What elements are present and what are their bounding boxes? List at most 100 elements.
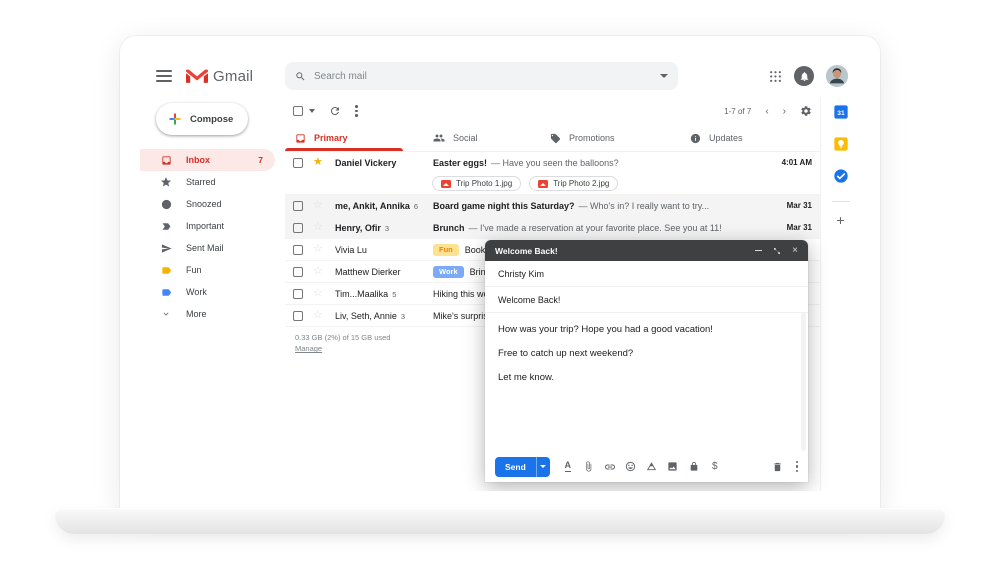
email-sender: Liv, Seth, Annie <box>335 311 397 321</box>
sidebar-item-work[interactable]: Work <box>140 281 275 303</box>
recipient-field[interactable]: Christy Kim <box>485 261 808 287</box>
subject-field[interactable]: Welcome Back! <box>485 287 808 313</box>
compose-toolbar: Send A $ <box>485 451 808 482</box>
sidebar-item-label: Work <box>186 287 207 297</box>
svg-text:31: 31 <box>837 110 845 117</box>
gmail-app: Gmail <box>140 55 860 491</box>
insert-drive-icon[interactable] <box>646 461 658 473</box>
email-sender: me, Ankit, Annika <box>335 201 410 211</box>
gmail-m-icon <box>186 68 208 85</box>
laptop-base <box>55 508 945 534</box>
email-snippet: — I've made a reservation at your favori… <box>469 223 722 233</box>
email-subject: Brunch <box>433 223 465 233</box>
compose-header[interactable]: Welcome Back! × <box>485 240 808 261</box>
formatting-icon[interactable]: A <box>562 461 574 473</box>
insert-link-icon[interactable] <box>604 461 616 473</box>
sidebar-item-snoozed[interactable]: Snoozed <box>140 193 275 215</box>
sidebar-item-fun[interactable]: Fun <box>140 259 275 281</box>
tab-primary[interactable]: Primary <box>285 125 423 151</box>
sidebar-item-sent-mail[interactable]: Sent Mail <box>140 237 275 259</box>
sidebar-item-inbox[interactable]: Inbox 7 <box>140 149 275 171</box>
money-icon[interactable]: $ <box>709 461 721 473</box>
send-options-arrow-icon[interactable] <box>536 457 550 477</box>
attachment-chip[interactable]: Trip Photo 1.jpg <box>432 176 521 191</box>
search-input[interactable] <box>314 71 660 82</box>
refresh-icon[interactable] <box>329 105 341 117</box>
notifications-bell-icon[interactable] <box>794 66 814 86</box>
insert-photo-icon[interactable] <box>667 461 679 473</box>
email-sender: Tim...Maalika <box>335 289 388 299</box>
attachment-chip[interactable]: Trip Photo 2.jpg <box>529 176 618 191</box>
sidebar-item-more[interactable]: More <box>140 303 275 325</box>
sidebar: Compose Inbox 7 Starred <box>140 97 285 491</box>
body-paragraph: How was your trip? Hope you had a good v… <box>498 324 795 335</box>
select-all-checkbox[interactable] <box>293 106 303 116</box>
user-avatar[interactable] <box>826 65 848 87</box>
more-options-icon[interactable] <box>355 105 358 117</box>
email-time: Mar 31 <box>787 201 812 210</box>
row-checkbox[interactable] <box>293 311 303 321</box>
manage-storage-link[interactable]: Manage <box>295 344 322 353</box>
label-chip-fun[interactable]: Fun <box>433 244 459 256</box>
search-options-arrow-icon[interactable] <box>660 74 668 78</box>
select-dropdown-arrow-icon[interactable] <box>309 109 315 113</box>
row-checkbox[interactable] <box>293 201 303 211</box>
side-panel-divider <box>832 201 850 202</box>
sidebar-item-label: Sent Mail <box>186 243 224 253</box>
newer-page-icon[interactable]: ‹ <box>765 106 768 117</box>
compose-scrollbar[interactable] <box>801 313 806 451</box>
row-checkbox[interactable] <box>293 223 303 233</box>
keep-notes-icon[interactable] <box>832 135 849 152</box>
email-row[interactable]: ★ Daniel Vickery Easter eggs! — Have you… <box>285 152 820 195</box>
settings-gear-icon[interactable] <box>800 105 812 117</box>
email-row[interactable]: ☆ Henry, Ofir3 Brunch — I've made a rese… <box>285 217 820 239</box>
insert-emoji-icon[interactable] <box>625 461 637 473</box>
sidebar-item-important[interactable]: Important <box>140 215 275 237</box>
get-add-ons-icon[interactable]: + <box>836 212 844 228</box>
email-subject: Board game night this Saturday? <box>433 201 575 211</box>
delete-draft-icon[interactable] <box>772 461 783 473</box>
sidebar-item-starred[interactable]: Starred <box>140 171 275 193</box>
expand-icon[interactable] <box>773 247 781 255</box>
compose-title: Welcome Back! <box>495 246 558 256</box>
star-icon[interactable]: ☆ <box>313 244 325 255</box>
star-icon[interactable]: ★ <box>313 157 325 168</box>
label-yellow-icon <box>160 264 172 276</box>
paper-plane-icon <box>160 242 172 254</box>
star-icon[interactable]: ☆ <box>313 222 325 233</box>
row-checkbox[interactable] <box>293 267 303 277</box>
tab-promotions[interactable]: Promotions <box>540 125 680 151</box>
email-row[interactable]: ☆ me, Ankit, Annika6 Board game night th… <box>285 195 820 217</box>
star-icon[interactable]: ☆ <box>313 200 325 211</box>
email-sender: Henry, Ofir <box>335 223 381 233</box>
label-chip-work[interactable]: Work <box>433 266 464 278</box>
compose-button[interactable]: Compose <box>156 103 248 135</box>
apps-grid-icon[interactable] <box>769 70 782 83</box>
tasks-icon[interactable] <box>832 167 849 184</box>
close-icon[interactable]: × <box>792 246 798 256</box>
row-checkbox[interactable] <box>293 289 303 299</box>
attach-file-icon[interactable] <box>583 461 595 473</box>
tab-social[interactable]: Social <box>423 125 540 151</box>
body-paragraph: Free to catch up next weekend? <box>498 348 795 359</box>
minimize-icon[interactable] <box>755 250 762 252</box>
star-icon[interactable]: ☆ <box>313 288 325 299</box>
hamburger-menu-icon[interactable] <box>156 70 172 82</box>
more-options-icon[interactable] <box>796 461 799 473</box>
star-icon[interactable]: ☆ <box>313 310 325 321</box>
message-body[interactable]: How was your trip? Hope you had a good v… <box>485 313 808 451</box>
calendar-icon[interactable]: 31 <box>832 103 849 120</box>
older-page-icon[interactable]: › <box>783 106 786 117</box>
send-button[interactable]: Send <box>495 457 536 477</box>
email-subject: Easter eggs! <box>433 158 487 168</box>
row-checkbox[interactable] <box>293 158 303 168</box>
sidebar-item-label: Inbox <box>186 155 210 165</box>
row-checkbox[interactable] <box>293 245 303 255</box>
tab-updates[interactable]: Updates <box>680 125 810 151</box>
star-icon[interactable]: ☆ <box>313 266 325 277</box>
search-bar[interactable] <box>285 62 678 90</box>
tag-icon <box>550 133 561 144</box>
email-sender: Daniel Vickery <box>335 158 396 168</box>
email-snippet: — Have you seen the balloons? <box>491 158 619 168</box>
confidential-mode-icon[interactable] <box>688 461 700 473</box>
